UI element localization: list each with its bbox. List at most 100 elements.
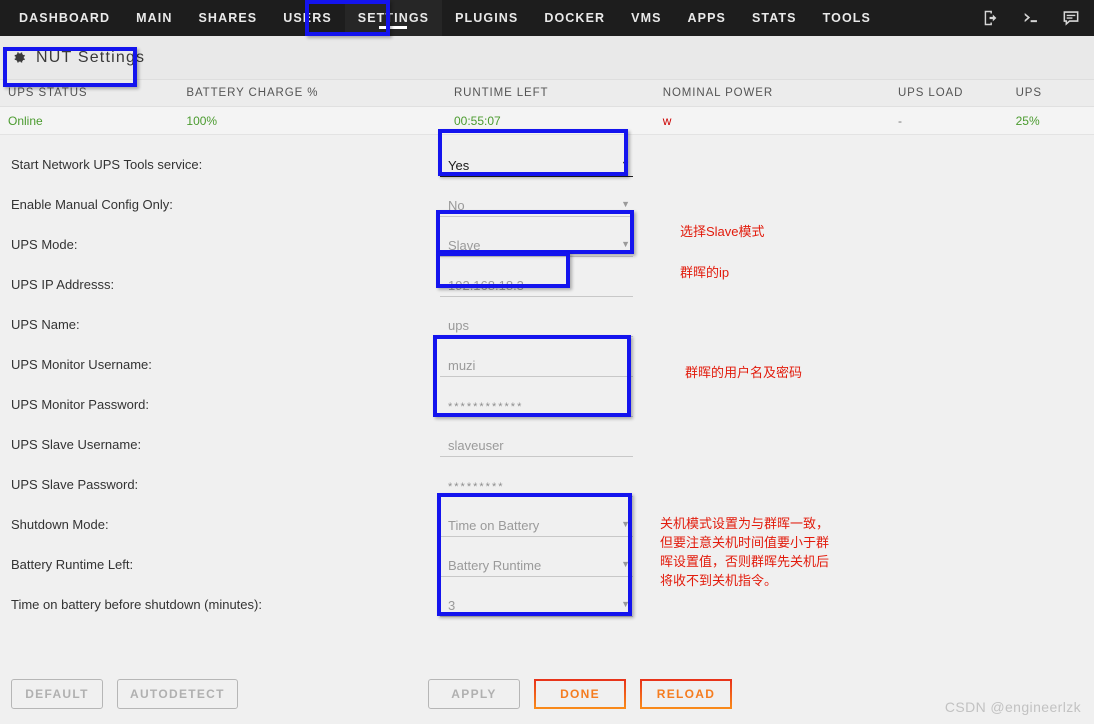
button-label: AUTODETECT xyxy=(130,687,225,701)
button-label: DONE xyxy=(560,687,600,701)
top-navigation-bar: DASHBOARD MAIN SHARES USERS SETTINGS PLUGINS D… xyxy=(0,0,1094,36)
form-row-control: Slave ▼ xyxy=(440,231,633,257)
select-value: 3 xyxy=(448,598,456,613)
nav-item-docker[interactable]: DOCKER xyxy=(531,0,618,36)
input-ups-slave-username[interactable]: slaveuser xyxy=(440,431,633,457)
select-time-on-battery-before-shutdown-minutes[interactable]: 3 ▼ xyxy=(440,591,633,617)
form-row-control: 192.168.18.3 xyxy=(440,271,633,297)
done-button[interactable]: DONE xyxy=(534,679,626,709)
input-value: ups xyxy=(448,318,469,333)
button-label: DEFAULT xyxy=(25,687,89,701)
input-ups-monitor-password[interactable]: ************ xyxy=(440,391,633,417)
apply-button[interactable]: APPLY xyxy=(428,679,520,709)
default-button[interactable]: DEFAULT xyxy=(11,679,103,709)
form-row: Enable Manual Config Only: No ▼ xyxy=(0,184,1094,224)
nav-item-dashboard[interactable]: DASHBOARD xyxy=(6,0,123,36)
form-row-control: ********* xyxy=(440,471,633,497)
chat-icon[interactable] xyxy=(1062,9,1080,27)
active-tab-indicator xyxy=(379,26,408,29)
status-column-header: UPS STATUS xyxy=(8,87,88,99)
form-row: Start Network UPS Tools service: Yes ▼ xyxy=(0,144,1094,184)
annotation-shutdown-mode: 关机模式设置为与群晖一致，但要注意关机时间值要小于群晖设置值，否则群晖先关机后将… xyxy=(660,516,830,588)
select-enable-manual-config-only[interactable]: No ▼ xyxy=(440,191,633,217)
form-row-control: Yes ▼ xyxy=(440,151,633,177)
form-row-label: UPS IP Addresss: xyxy=(11,276,115,292)
nav-item-vms[interactable]: VMS xyxy=(618,0,674,36)
nav-right-icons xyxy=(982,0,1094,36)
input-ups-slave-password[interactable]: ********* xyxy=(440,471,633,497)
form-row-control: Battery Runtime ▼ xyxy=(440,551,633,577)
input-value: 192.168.18.3 xyxy=(448,278,524,293)
form-row-label: Enable Manual Config Only: xyxy=(11,196,173,212)
annotation-slave-mode: 选择Slave模式 xyxy=(680,224,765,239)
autodetect-button[interactable]: AUTODETECT xyxy=(117,679,238,709)
nav-item-settings[interactable]: SETTINGS xyxy=(344,0,443,36)
status-cell-value: - xyxy=(897,113,902,128)
form-row-label: UPS Slave Password: xyxy=(11,476,139,492)
nav-item-label: USERS xyxy=(283,11,332,25)
form-row-label: UPS Monitor Password: xyxy=(11,396,149,412)
watermark: CSDN @engineerlzk xyxy=(944,699,1081,715)
logout-icon[interactable] xyxy=(982,9,1000,27)
nav-item-label: DASHBOARD xyxy=(19,11,111,25)
nav-item-plugins[interactable]: PLUGINS xyxy=(442,0,531,36)
status-column-header: NOMINAL POWER xyxy=(662,87,774,99)
status-cell-value: Online xyxy=(8,113,43,128)
nav-item-label: PLUGINS xyxy=(455,11,519,25)
annotation-synology-ip: 群晖的ip xyxy=(680,265,730,280)
select-ups-mode[interactable]: Slave ▼ xyxy=(440,231,633,257)
nav-item-stats[interactable]: STATS xyxy=(739,0,810,36)
form-row: UPS IP Addresss: 192.168.18.3 xyxy=(0,264,1094,304)
nav-item-label: STATS xyxy=(751,11,797,25)
reload-button[interactable]: RELOAD xyxy=(640,679,732,709)
input-value: ************ xyxy=(448,401,524,413)
input-value: muzi xyxy=(448,358,476,373)
status-column-header: UPS LOAD xyxy=(897,87,964,99)
nav-item-apps[interactable]: APPS xyxy=(675,0,739,36)
select-value: Battery Runtime xyxy=(448,558,542,573)
form-row-control: muzi xyxy=(440,351,633,377)
input-value: ********* xyxy=(448,481,505,493)
form-row: UPS Name: ups xyxy=(0,304,1094,344)
page-title: NUT Settings xyxy=(0,49,145,67)
status-cell-value: 100% xyxy=(186,113,218,128)
nav-item-label: VMS xyxy=(631,11,662,25)
nav-item-label: DOCKER xyxy=(544,11,606,25)
select-value: Yes xyxy=(448,158,470,173)
form-row: UPS Slave Username: slaveuser xyxy=(0,424,1094,464)
form-row: UPS Mode: Slave ▼ xyxy=(0,224,1094,264)
status-table-header-row: UPS STATUS BATTERY CHARGE % RUNTIME LEFT NO… xyxy=(0,80,1094,107)
input-value: slaveuser xyxy=(448,438,504,453)
form-row-label: UPS Monitor Username: xyxy=(11,356,152,372)
form-row: Shutdown Mode: Time on Battery ▼ xyxy=(0,504,1094,544)
nav-item-main[interactable]: MAIN xyxy=(123,0,185,36)
nav-item-tools[interactable]: TOOLS xyxy=(810,0,884,36)
form-row-control: ************ xyxy=(440,391,633,417)
nav-item-shares[interactable]: SHARES xyxy=(186,0,271,36)
input-ups-name[interactable]: ups xyxy=(440,311,633,337)
nav-item-users[interactable]: USERS xyxy=(270,0,345,36)
nav-item-label: TOOLS xyxy=(822,11,871,25)
form-row-control: ups xyxy=(440,311,633,337)
form-row: UPS Monitor Password: ************ xyxy=(0,384,1094,424)
status-table-data-row: Online 100% 00:55:07 w - 25% xyxy=(0,107,1094,135)
form-row-label: Start Network UPS Tools service: xyxy=(11,156,203,172)
status-cell-value: w xyxy=(662,113,672,128)
chevron-down-icon: ▼ xyxy=(621,239,630,249)
select-start-network-ups-tools-service[interactable]: Yes ▼ xyxy=(440,151,633,177)
annotation-synology-credentials: 群晖的用户名及密码 xyxy=(685,365,803,380)
nav-item-label: SETTINGS xyxy=(357,11,430,25)
input-ups-ip-addresss[interactable]: 192.168.18.3 xyxy=(440,271,633,297)
page-title-text: NUT Settings xyxy=(36,48,146,66)
select-battery-runtime-left[interactable]: Battery Runtime ▼ xyxy=(440,551,633,577)
terminal-icon[interactable] xyxy=(1022,9,1040,27)
chevron-down-icon: ▼ xyxy=(621,159,630,169)
button-label: RELOAD xyxy=(656,687,716,701)
status-column-header: UPS xyxy=(1015,87,1042,99)
nut-settings-form: Start Network UPS Tools service: Yes ▼ Enab… xyxy=(0,129,1094,648)
form-row: UPS Monitor Username: muzi xyxy=(0,344,1094,384)
select-value: Time on Battery xyxy=(448,518,540,533)
button-label: APPLY xyxy=(451,687,497,701)
input-ups-monitor-username[interactable]: muzi xyxy=(440,351,633,377)
select-shutdown-mode[interactable]: Time on Battery ▼ xyxy=(440,511,633,537)
